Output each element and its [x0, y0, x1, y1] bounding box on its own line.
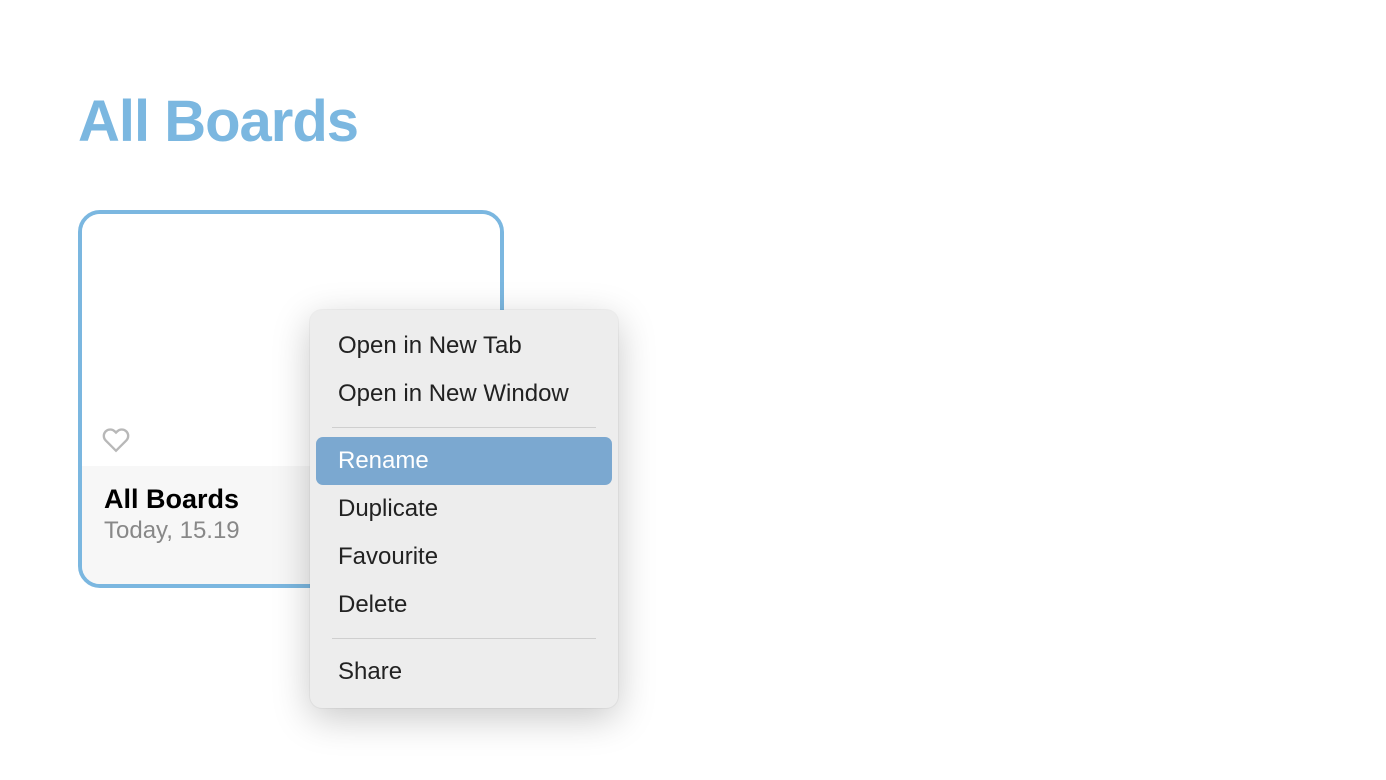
- menu-group-2: Rename Duplicate Favourite Delete: [310, 433, 618, 633]
- menu-item-open-new-tab[interactable]: Open in New Tab: [316, 322, 612, 370]
- menu-item-favourite[interactable]: Favourite: [316, 533, 612, 581]
- menu-item-share[interactable]: Share: [316, 648, 612, 696]
- context-menu: Open in New Tab Open in New Window Renam…: [310, 310, 618, 708]
- heart-icon[interactable]: [102, 426, 130, 454]
- menu-group-3: Share: [310, 644, 618, 700]
- menu-item-rename[interactable]: Rename: [316, 437, 612, 485]
- menu-item-delete[interactable]: Delete: [316, 581, 612, 629]
- menu-divider: [332, 427, 596, 428]
- menu-group-1: Open in New Tab Open in New Window: [310, 318, 618, 422]
- menu-divider: [332, 638, 596, 639]
- page-title: All Boards: [78, 88, 358, 155]
- menu-item-duplicate[interactable]: Duplicate: [316, 485, 612, 533]
- menu-item-open-new-window[interactable]: Open in New Window: [316, 370, 612, 418]
